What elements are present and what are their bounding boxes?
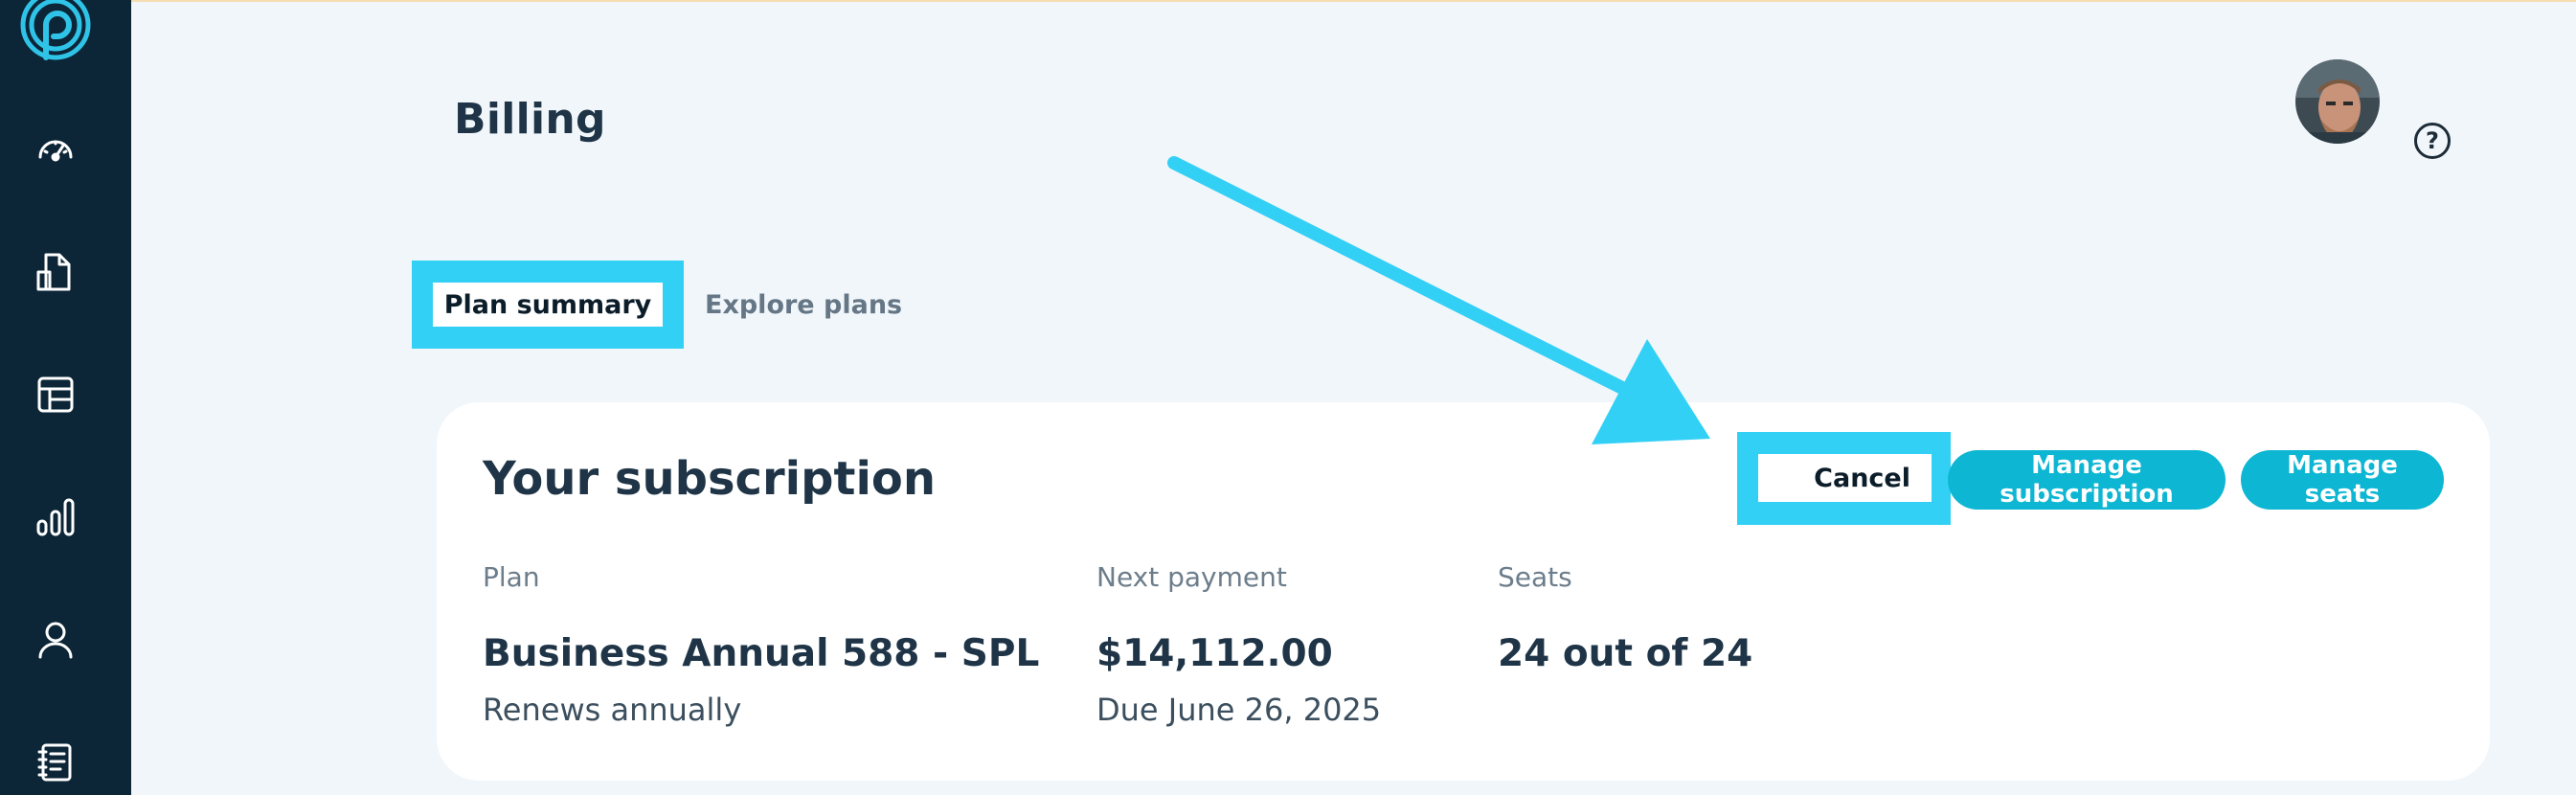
seats-value: 24 out of 24 bbox=[1498, 632, 1753, 675]
tab-plan-summary[interactable]: Plan summary bbox=[433, 283, 663, 327]
logo-icon[interactable] bbox=[17, 0, 96, 69]
table-layout-icon[interactable] bbox=[33, 372, 79, 418]
tab-explore-plans[interactable]: Explore plans bbox=[705, 287, 902, 322]
manage-seats-button[interactable]: Manage seats bbox=[2241, 450, 2444, 510]
top-accent-line bbox=[131, 0, 2576, 2]
subscription-title: Your subscription bbox=[483, 452, 937, 506]
manage-subscription-button[interactable]: Manage subscription bbox=[1948, 450, 2226, 510]
plan-value: Business Annual 588 - SPL bbox=[483, 632, 1040, 675]
page-title: Billing bbox=[454, 95, 606, 144]
next-payment-amount: $14,112.00 bbox=[1096, 632, 1333, 675]
avatar[interactable] bbox=[2295, 59, 2380, 144]
analytics-bars-icon[interactable] bbox=[33, 494, 79, 540]
plan-label: Plan bbox=[483, 561, 540, 593]
dashboard-gauge-icon[interactable] bbox=[33, 126, 79, 172]
notebook-icon[interactable] bbox=[33, 739, 79, 785]
seats-label: Seats bbox=[1498, 561, 1572, 593]
help-icon[interactable]: ? bbox=[2414, 123, 2451, 159]
user-icon[interactable] bbox=[33, 617, 79, 663]
cancel-button[interactable]: Cancel bbox=[1758, 454, 1932, 502]
sidebar bbox=[0, 0, 131, 795]
next-payment-due: Due June 26, 2025 bbox=[1096, 692, 1382, 728]
plan-renewal: Renews annually bbox=[483, 692, 742, 728]
next-payment-label: Next payment bbox=[1096, 561, 1287, 593]
documents-icon[interactable] bbox=[33, 249, 79, 295]
